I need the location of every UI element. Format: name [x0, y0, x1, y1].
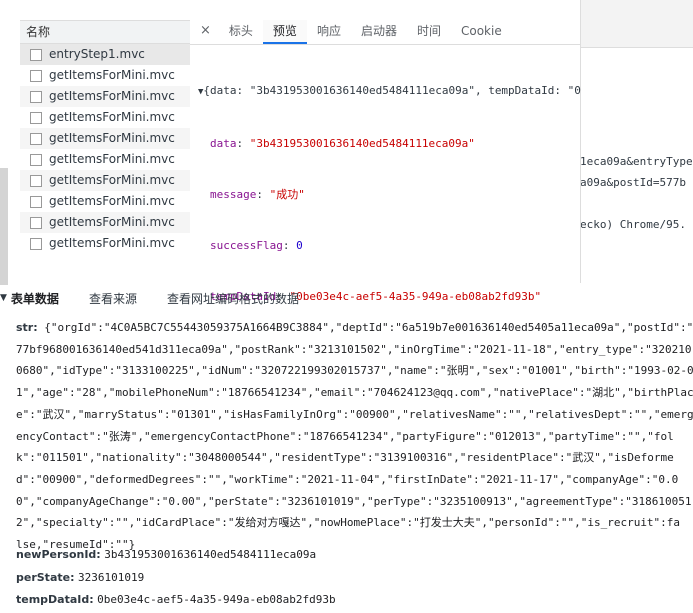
checkbox-icon[interactable]	[30, 90, 42, 103]
checkbox-icon[interactable]	[30, 237, 42, 250]
tab-initiator[interactable]: 启动器	[351, 20, 407, 42]
background-text-line: 1eca09a&entryType	[580, 155, 693, 168]
close-icon[interactable]: ×	[190, 20, 219, 42]
request-name: getItemsForMini.mvc	[49, 236, 175, 250]
left-edge-scroll	[0, 168, 8, 285]
json-row: message: "成功"	[210, 188, 305, 201]
request-name: entryStep1.mvc	[49, 47, 145, 61]
json-summary-row[interactable]: ▼{data: "3b431953001636140ed5484111eca09…	[198, 82, 581, 101]
form-data-header: ▼ 表单数据 查看来源 查看网址编码格式的数据	[0, 288, 693, 308]
field-name: str:	[16, 321, 38, 334]
request-row[interactable]: getItemsForMini.mvc	[20, 107, 190, 128]
tab-headers[interactable]: 标头	[219, 20, 263, 42]
json-row: data: "3b431953001636140ed5484111eca09a"	[210, 137, 475, 150]
form-field-str: str: {"orgId":"4C0A5BC7C55443059375A1664…	[16, 317, 693, 556]
form-field-perstate: perState: 3236101019	[16, 567, 144, 589]
field-name: tempDataId:	[16, 593, 94, 606]
checkbox-icon[interactable]	[30, 111, 42, 124]
tab-timing[interactable]: 时间	[407, 20, 451, 42]
request-row[interactable]: getItemsForMini.mvc	[20, 170, 190, 191]
tab-cookies[interactable]: Cookie	[451, 20, 512, 42]
json-summary: {data: "3b431953001636140ed5484111eca09a…	[203, 84, 581, 97]
str-line: k":"011501","nationality":"3048000544","…	[16, 451, 674, 465]
request-name: getItemsForMini.mvc	[49, 68, 175, 82]
detail-tab-bar: × 标头 预览 响应 启动器 时间 Cookie	[190, 20, 580, 45]
background-toolbar	[580, 0, 693, 48]
request-name: getItemsForMini.mvc	[49, 173, 175, 187]
form-field-tempdataid: tempDataId: 0be03e4c-aef5-4a35-949a-eb08…	[16, 589, 336, 611]
json-value: 0	[296, 239, 303, 252]
checkbox-icon[interactable]	[30, 69, 42, 82]
request-row[interactable]: getItemsForMini.mvc	[20, 128, 190, 149]
request-row[interactable]: getItemsForMini.mvc	[20, 86, 190, 107]
json-key: successFlag	[210, 239, 283, 252]
request-row[interactable]: getItemsForMini.mvc	[20, 233, 190, 254]
checkbox-icon[interactable]	[30, 48, 42, 61]
str-line: d":"00900","deformedDegrees":"","workTim…	[16, 472, 679, 486]
str-line: 2","specialty":"","idCardPlace":"发给对方嘎达"…	[16, 516, 681, 530]
detail-panel: × 标头 预览 响应 启动器 时间 Cookie ▼{data: "3b4319…	[190, 0, 581, 303]
tab-response[interactable]: 响应	[307, 20, 351, 42]
background-text-line: a09a&postId=577b	[580, 176, 686, 189]
str-line: encyContact":"张涛","emergencyContactPhone…	[16, 429, 674, 443]
request-row[interactable]: getItemsForMini.mvc	[20, 149, 190, 170]
request-row[interactable]: entryStep1.mvc	[20, 44, 190, 65]
str-line: 0","companyAgeChange":"0.00","perState":…	[16, 494, 692, 508]
str-line: 77bf968001636140ed541d311eca09a","postRa…	[16, 342, 692, 356]
request-row[interactable]: getItemsForMini.mvc	[20, 191, 190, 212]
request-name: getItemsForMini.mvc	[49, 110, 175, 124]
request-name: getItemsForMini.mvc	[49, 152, 175, 166]
field-name: newPersonId:	[16, 548, 101, 561]
request-row[interactable]: getItemsForMini.mvc	[20, 212, 190, 233]
json-value: "成功"	[269, 188, 305, 201]
request-name: getItemsForMini.mvc	[49, 89, 175, 103]
checkbox-icon[interactable]	[30, 195, 42, 208]
request-name: getItemsForMini.mvc	[49, 131, 175, 145]
view-source-link[interactable]: 查看来源	[89, 290, 137, 307]
checkbox-icon[interactable]	[30, 174, 42, 187]
json-key: data	[210, 137, 237, 150]
collapse-triangle-icon[interactable]: ▼	[0, 293, 7, 303]
str-line: 1","age":"28","mobilePhoneNum":"18766541…	[16, 386, 693, 400]
background-text-line: ecko) Chrome/95.	[580, 218, 686, 231]
request-name: getItemsForMini.mvc	[49, 194, 175, 208]
json-value: "3b431953001636140ed5484111eca09a"	[249, 137, 475, 150]
tab-preview[interactable]: 预览	[262, 20, 307, 44]
field-value: 3236101019	[77, 571, 145, 584]
field-name: perState:	[16, 571, 75, 584]
view-url-encoded-link[interactable]: 查看网址编码格式的数据	[167, 290, 299, 307]
str-line: e":"武汉","marryStatus":"01301","isHasFami…	[16, 407, 693, 421]
field-value: 0be03e4c-aef5-4a35-949a-eb08ab2fd93b	[97, 593, 336, 606]
checkbox-icon[interactable]	[30, 216, 42, 229]
request-row[interactable]: getItemsForMini.mvc	[20, 65, 190, 86]
name-column-header[interactable]: 名称	[20, 20, 190, 44]
request-name: getItemsForMini.mvc	[49, 215, 175, 229]
json-key: message	[210, 188, 257, 201]
json-row: successFlag: 0	[210, 239, 303, 252]
form-field-newpersonid: newPersonId: 3b431953001636140ed5484111e…	[16, 544, 316, 566]
request-list-panel: 名称 entryStep1.mvc getItemsForMini.mvc ge…	[20, 0, 191, 283]
field-value: 3b431953001636140ed5484111eca09a	[104, 548, 317, 561]
checkbox-icon[interactable]	[30, 132, 42, 145]
str-line: {"orgId":"4C0A5BC7C55443059375A1664B9C38…	[44, 321, 693, 334]
checkbox-icon[interactable]	[30, 153, 42, 166]
form-data-title[interactable]: 表单数据	[11, 290, 59, 307]
left-edge-strip	[0, 0, 20, 285]
str-line: 0680","idType":"3133100225","idNum":"320…	[16, 364, 693, 378]
